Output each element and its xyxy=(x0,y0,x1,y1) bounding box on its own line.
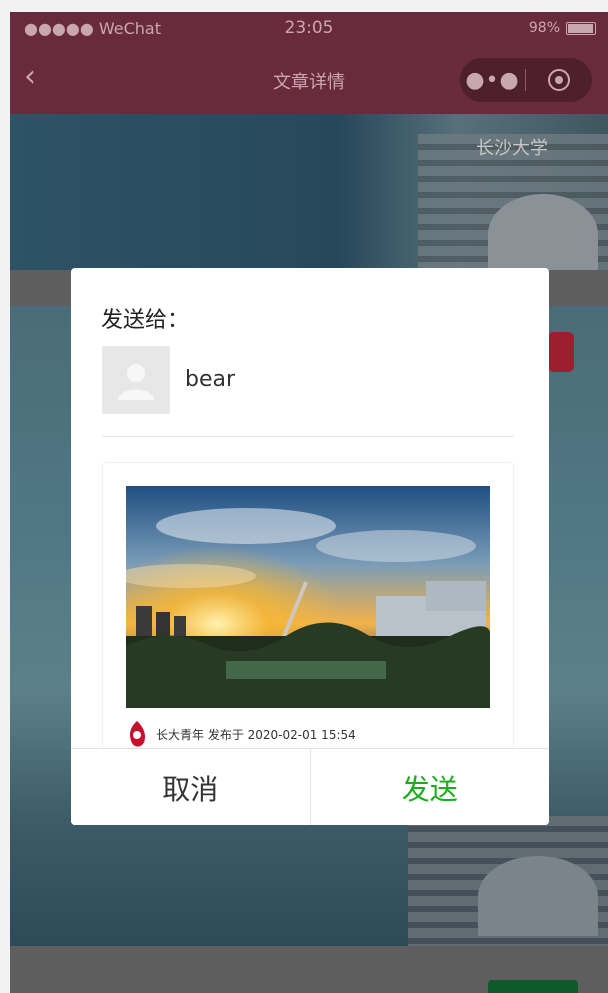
send-button[interactable]: 发送 xyxy=(311,749,550,825)
battery-icon xyxy=(566,21,596,35)
phone-screen: ●●●●● WeChat 23:05 98% ‹ 文章详情 ●•● 长沙大学 发… xyxy=(10,12,608,993)
article-banner: 长沙大学 xyxy=(10,114,608,274)
avatar xyxy=(102,346,170,414)
recipient-name: bear xyxy=(185,367,236,392)
user-placeholder-icon xyxy=(118,364,154,400)
clock: 23:05 xyxy=(284,18,334,38)
article-meta-text: 长大青年 发布于 2020-02-01 15:54 xyxy=(156,727,356,742)
battery: 98% xyxy=(529,20,596,36)
seal-icon xyxy=(548,332,574,372)
article-cover-image xyxy=(126,486,490,708)
target-icon xyxy=(547,69,570,91)
tree-image xyxy=(488,194,598,274)
battery-percent: 98% xyxy=(528,20,560,36)
dialog-heading: 发送给： xyxy=(101,308,190,333)
status-bar: ●●●●● WeChat 23:05 98% xyxy=(10,12,608,46)
publisher-logo-icon xyxy=(129,721,145,747)
more-icon[interactable]: ●•● xyxy=(460,68,525,93)
bottom-bar xyxy=(10,946,608,993)
cancel-button[interactable]: 取消 xyxy=(71,749,311,825)
banner-sign: 长沙大学 xyxy=(476,138,548,159)
share-dialog: 发送给： bear 长大青年 发布于 2020-02-01 15:54 取消 发… xyxy=(71,268,549,825)
dialog-actions: 取消 发送 xyxy=(71,748,549,825)
nav-bar: ‹ 文章详情 ●•● xyxy=(10,46,608,114)
menu-capsule: ●•● xyxy=(460,58,592,102)
tree-image xyxy=(478,856,598,936)
article-preview-card: 长大青年 发布于 2020-02-01 15:54 xyxy=(102,462,514,762)
bottom-action-button[interactable] xyxy=(488,980,578,993)
divider xyxy=(102,436,514,437)
article-meta: 长大青年 发布于 2020-02-01 15:54 xyxy=(126,719,356,749)
close-mini-program-button[interactable] xyxy=(526,69,591,91)
